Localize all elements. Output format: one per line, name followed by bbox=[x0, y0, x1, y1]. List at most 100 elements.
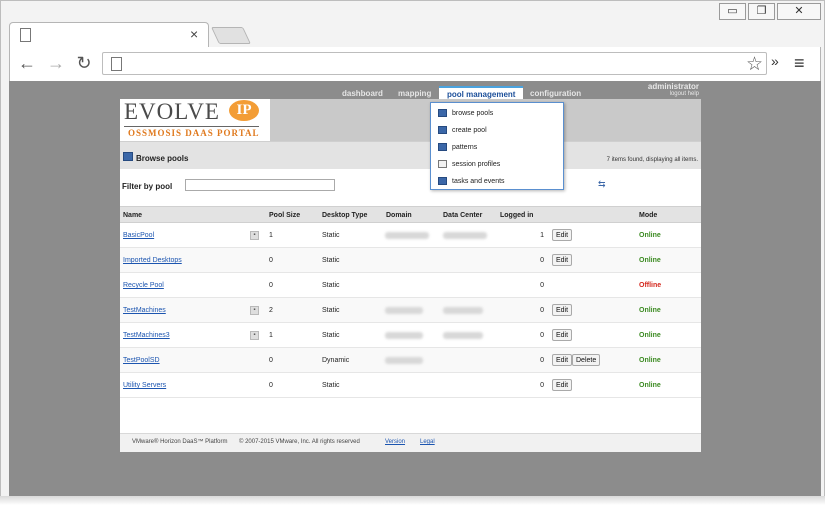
pool-size: 0 bbox=[269, 357, 273, 364]
edit-button[interactable]: Edit bbox=[552, 379, 573, 391]
nav-dashboard[interactable]: dashboard bbox=[342, 89, 383, 98]
forward-icon[interactable]: → bbox=[45, 52, 67, 74]
pool-name-link[interactable]: Utility Servers bbox=[123, 382, 166, 389]
edit-button[interactable]: Edit bbox=[552, 304, 573, 316]
expand-icon[interactable]: ▪ bbox=[250, 306, 259, 315]
pool-name-link[interactable]: Imported Desktops bbox=[123, 257, 182, 264]
delete-button[interactable]: Delete bbox=[572, 354, 601, 366]
close-window-button[interactable]: ✕ bbox=[777, 3, 821, 20]
menu-item-browse-pools[interactable]: browse pools bbox=[438, 109, 558, 123]
menu-item-tasks-and-events[interactable]: tasks and events bbox=[438, 177, 558, 191]
expand-icon[interactable]: ▪ bbox=[250, 231, 259, 240]
table-row: Utility Servers 0 Static 0 Edit Online bbox=[120, 373, 701, 398]
column-domain[interactable]: Domain bbox=[386, 212, 412, 219]
pool-management-dropdown: browse pools create pool patterns sessio… bbox=[430, 102, 564, 190]
pool-size: 2 bbox=[269, 307, 273, 314]
menu-item-patterns[interactable]: patterns bbox=[438, 143, 558, 157]
minimize-button[interactable]: ▭ bbox=[719, 3, 746, 20]
browser-window: ▭ ❐ ✕ × ← → ↻ ☆ » ≡ dashboard mapping po… bbox=[0, 0, 825, 505]
edit-button[interactable]: Edit bbox=[552, 354, 573, 366]
page-icon bbox=[111, 57, 122, 71]
desktop-type: Static bbox=[322, 332, 340, 339]
pool-name-link[interactable]: TestPoolSD bbox=[123, 357, 160, 364]
desktop-type: Static bbox=[322, 307, 340, 314]
version-link[interactable]: Version bbox=[385, 439, 405, 445]
mode-status: Online bbox=[639, 382, 661, 389]
bookmark-star-icon[interactable]: ☆ bbox=[746, 53, 763, 76]
pool-name-link[interactable]: TestMachines3 bbox=[123, 332, 170, 339]
pool-size: 1 bbox=[269, 332, 273, 339]
logo-badge: IP bbox=[229, 100, 259, 121]
table-row: Imported Desktops 0 Static 0 Edit Online bbox=[120, 248, 701, 273]
page-title-bar: Browse pools 7 items found, displaying a… bbox=[120, 141, 701, 169]
user-links[interactable]: logout help bbox=[670, 91, 699, 97]
mode-status: Online bbox=[639, 232, 661, 239]
pool-size: 0 bbox=[269, 382, 273, 389]
edit-button[interactable]: Edit bbox=[552, 329, 573, 341]
legal-link[interactable]: Legal bbox=[420, 439, 435, 445]
edit-button[interactable]: Edit bbox=[552, 229, 573, 241]
pool-name-link[interactable]: TestMachines bbox=[123, 307, 166, 314]
browser-menu-icon[interactable]: ≡ bbox=[794, 53, 805, 74]
datacenter-redacted bbox=[443, 307, 483, 314]
mode-status: Offline bbox=[639, 282, 662, 289]
logo-divider bbox=[124, 126, 259, 127]
pool-size: 0 bbox=[269, 282, 273, 289]
logged-in-count: 0 bbox=[540, 332, 544, 339]
table-row: BasicPool ▪ 1 Static 1 Edit Online bbox=[120, 223, 701, 248]
footer-copyright: © 2007-2015 VMware, Inc. All rights rese… bbox=[239, 439, 360, 445]
desktop-type: Dynamic bbox=[322, 357, 350, 364]
pool-size: 1 bbox=[269, 232, 273, 239]
pool-name-link[interactable]: Recycle Pool bbox=[123, 282, 164, 289]
user-name: administrator bbox=[647, 82, 699, 91]
column-data-center[interactable]: Data Center bbox=[443, 212, 482, 219]
table-row: TestMachines3 ▪ 1 Static 0 Edit Online bbox=[120, 323, 701, 348]
tasks-icon bbox=[438, 177, 447, 185]
logo-main-text: EVOLVE bbox=[124, 99, 220, 124]
menu-item-session-profiles[interactable]: session profiles bbox=[438, 160, 558, 174]
address-bar[interactable]: ☆ bbox=[102, 52, 767, 75]
session-profile-icon bbox=[438, 160, 447, 168]
page-icon bbox=[20, 28, 31, 42]
page-title: Browse pools bbox=[136, 154, 189, 163]
table-row: TestMachines ▪ 2 Static 0 Edit Online bbox=[120, 298, 701, 323]
domain-redacted bbox=[385, 232, 429, 239]
column-logged-in[interactable]: Logged in bbox=[500, 212, 533, 219]
tab-close-icon[interactable]: × bbox=[190, 26, 198, 42]
pool-icon bbox=[438, 109, 447, 117]
table-row: TestPoolSD 0 Dynamic 0 Edit Delete Onlin… bbox=[120, 348, 701, 373]
tab-strip: × bbox=[9, 22, 821, 47]
logo-subtitle: OSSMOSIS DAAS PORTAL bbox=[128, 128, 260, 138]
back-icon[interactable]: ← bbox=[16, 52, 38, 74]
pool-icon bbox=[123, 152, 133, 161]
column-name[interactable]: Name bbox=[123, 212, 142, 219]
nav-configuration[interactable]: configuration bbox=[530, 89, 581, 98]
patterns-icon bbox=[438, 143, 447, 151]
reload-icon[interactable]: ↻ bbox=[73, 52, 95, 74]
extensions-icon[interactable]: » bbox=[771, 53, 779, 69]
logged-in-count: 0 bbox=[540, 282, 544, 289]
menu-item-create-pool[interactable]: create pool bbox=[438, 126, 558, 140]
edit-button[interactable]: Edit bbox=[552, 254, 573, 266]
column-pool-size[interactable]: Pool Size bbox=[269, 212, 300, 219]
filter-pool-input[interactable] bbox=[185, 179, 335, 191]
pool-name-link[interactable]: BasicPool bbox=[123, 232, 154, 239]
new-tab-button[interactable] bbox=[211, 27, 251, 44]
create-pool-icon bbox=[438, 126, 447, 134]
window-shadow bbox=[0, 496, 825, 505]
browser-tab[interactable]: × bbox=[9, 22, 209, 47]
restore-button[interactable]: ❐ bbox=[748, 3, 775, 20]
domain-redacted bbox=[385, 307, 423, 314]
portal-page: dashboard mapping pool management config… bbox=[120, 81, 701, 452]
nav-mapping[interactable]: mapping bbox=[398, 89, 431, 98]
logged-in-count: 0 bbox=[540, 307, 544, 314]
menu-item-label: session profiles bbox=[452, 161, 501, 168]
column-mode[interactable]: Mode bbox=[639, 212, 657, 219]
refresh-icon[interactable]: ⇆ bbox=[598, 179, 610, 189]
logged-in-count: 1 bbox=[540, 232, 544, 239]
column-desktop-type[interactable]: Desktop Type bbox=[322, 212, 367, 219]
logged-in-count: 0 bbox=[540, 257, 544, 264]
expand-icon[interactable]: ▪ bbox=[250, 331, 259, 340]
menu-item-label: create pool bbox=[452, 127, 487, 134]
domain-redacted bbox=[385, 357, 423, 364]
